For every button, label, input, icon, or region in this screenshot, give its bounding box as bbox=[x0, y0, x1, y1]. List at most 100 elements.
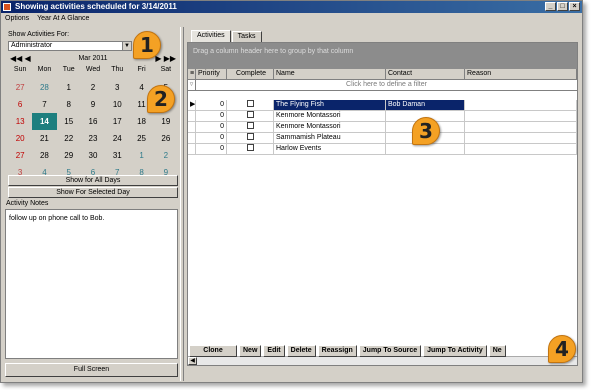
table-row[interactable]: 0 Harlow Events bbox=[188, 144, 577, 155]
cell-name: The Flying Fish bbox=[274, 100, 386, 110]
calendar-day[interactable]: 27 bbox=[8, 147, 32, 164]
calendar-day[interactable]: 1 bbox=[57, 79, 81, 96]
menu-options[interactable]: Options bbox=[5, 13, 29, 24]
cell-complete bbox=[227, 122, 274, 132]
menu-bar: Options Year At A Glance bbox=[1, 13, 582, 24]
cell-complete bbox=[227, 133, 274, 143]
jump-to-source-button[interactable]: Jump To Source bbox=[358, 345, 422, 357]
column-header-complete[interactable]: Complete bbox=[227, 69, 274, 79]
show-all-days-button[interactable]: Show for All Days bbox=[8, 175, 178, 186]
title-bar: Showing activities scheduled for 3/14/20… bbox=[1, 1, 582, 13]
filter-icon: ▿ bbox=[188, 80, 196, 90]
calendar-day[interactable]: 6 bbox=[8, 96, 32, 113]
jump-to-activity-button[interactable]: Jump To Activity bbox=[423, 345, 487, 357]
show-selected-day-button[interactable]: Show For Selected Day bbox=[8, 187, 178, 198]
tab-activities[interactable]: Activities bbox=[191, 30, 231, 42]
callout-number-3: 3 bbox=[419, 119, 433, 143]
calendar-day[interactable]: 14 bbox=[32, 113, 57, 130]
edit-button[interactable]: Edit bbox=[263, 345, 285, 357]
cell-reason bbox=[465, 133, 577, 143]
dropdown-arrow-icon[interactable]: ▼ bbox=[122, 42, 131, 50]
table-row[interactable]: 0 Kenmore Montassori bbox=[188, 111, 577, 122]
new-button[interactable]: New bbox=[239, 345, 262, 357]
column-header-reason[interactable]: Reason bbox=[465, 69, 577, 79]
minimize-button[interactable]: _ bbox=[545, 2, 556, 11]
calendar-day[interactable]: 25 bbox=[129, 130, 153, 147]
calendar-day[interactable]: 7 bbox=[32, 96, 56, 113]
grid-rows: ▶ 0 The Flying Fish Bob Daman 0 Kenmore Monta… bbox=[188, 100, 577, 155]
calendar-day[interactable]: 24 bbox=[105, 130, 129, 147]
calendar-day[interactable]: 2 bbox=[154, 147, 178, 164]
calendar-day[interactable]: 30 bbox=[81, 147, 105, 164]
activity-notes-field[interactable]: follow up on phone call to Bob. bbox=[5, 209, 178, 359]
calendar-day[interactable]: 23 bbox=[81, 130, 105, 147]
column-header-contact[interactable]: Contact bbox=[386, 69, 465, 79]
calendar-day[interactable]: 1 bbox=[129, 147, 153, 164]
complete-checkbox[interactable] bbox=[246, 111, 254, 119]
calendar-day[interactable]: 27 bbox=[8, 79, 32, 96]
filter-row[interactable]: ▿ Click here to define a filter bbox=[188, 80, 577, 91]
calendar-day[interactable]: 15 bbox=[57, 113, 81, 130]
calendar-day[interactable]: 31 bbox=[105, 147, 129, 164]
activity-notes-label: Activity Notes bbox=[6, 200, 49, 207]
calendar-day[interactable]: 29 bbox=[57, 147, 81, 164]
calendar-day[interactable]: 10 bbox=[105, 96, 129, 113]
close-button[interactable]: × bbox=[569, 2, 580, 11]
cell-priority: 0 bbox=[196, 144, 227, 154]
ne-button[interactable]: Ne bbox=[488, 345, 506, 357]
complete-checkbox[interactable] bbox=[246, 144, 254, 152]
calendar-day[interactable]: 17 bbox=[105, 113, 129, 130]
delete-button[interactable]: Delete bbox=[286, 345, 316, 357]
complete-checkbox[interactable] bbox=[246, 100, 254, 108]
complete-checkbox[interactable] bbox=[246, 133, 254, 141]
calendar-day[interactable]: 2 bbox=[81, 79, 105, 96]
cell-complete bbox=[227, 100, 274, 110]
calendar-day[interactable]: 18 bbox=[129, 113, 153, 130]
calendar-day[interactable]: 8 bbox=[57, 96, 81, 113]
table-row[interactable]: 0 Kenmore Montassori bbox=[188, 122, 577, 133]
group-by-area[interactable]: Drag a column header here to group by th… bbox=[188, 43, 577, 69]
weekday-label: Sat bbox=[160, 66, 172, 73]
column-header-priority[interactable]: Priority bbox=[196, 69, 227, 79]
cell-priority: 0 bbox=[196, 133, 227, 143]
weekday-label: Sun bbox=[13, 66, 27, 73]
complete-checkbox[interactable] bbox=[246, 122, 254, 130]
maximize-button[interactable]: □ bbox=[557, 2, 568, 11]
full-screen-button[interactable]: Full Screen bbox=[5, 363, 178, 377]
pane-splitter[interactable] bbox=[180, 27, 184, 381]
app-icon bbox=[3, 3, 11, 11]
table-row[interactable]: ▶ 0 The Flying Fish Bob Daman bbox=[188, 100, 577, 111]
weekday-label: Wed bbox=[85, 66, 101, 73]
cell-reason bbox=[465, 144, 577, 154]
menu-year-at-a-glance[interactable]: Year At A Glance bbox=[37, 13, 89, 24]
tab-tasks[interactable]: Tasks bbox=[231, 31, 262, 42]
cell-name: Harlow Events bbox=[274, 144, 386, 154]
user-select[interactable]: Administrator ▼ bbox=[8, 41, 132, 51]
callout-number-2: 2 bbox=[154, 87, 168, 111]
calendar-day[interactable]: 9 bbox=[81, 96, 105, 113]
row-indicator bbox=[188, 122, 196, 132]
table-row[interactable]: 0 Sammamish Plateau bbox=[188, 133, 577, 144]
window-title: Showing activities scheduled for 3/14/20… bbox=[15, 2, 177, 11]
cell-priority: 0 bbox=[196, 100, 227, 110]
calendar-day[interactable]: 28 bbox=[32, 79, 56, 96]
calendar-day[interactable]: 21 bbox=[32, 130, 56, 147]
calendar-day[interactable]: 16 bbox=[81, 113, 105, 130]
calendar-day[interactable]: 28 bbox=[32, 147, 56, 164]
cell-name: Kenmore Montassori bbox=[274, 122, 386, 132]
column-header-name[interactable]: Name bbox=[274, 69, 386, 79]
calendar-day[interactable]: 19 bbox=[154, 113, 178, 130]
calendar-day[interactable]: 20 bbox=[8, 130, 32, 147]
clone-button[interactable]: Clone bbox=[189, 345, 237, 357]
calendar-day[interactable]: 13 bbox=[8, 113, 32, 130]
user-select-value: Administrator bbox=[11, 42, 53, 49]
cell-reason bbox=[465, 100, 577, 110]
grid-header: ≡ Priority Complete Name Contact Reason bbox=[188, 69, 577, 80]
calendar-day[interactable]: 22 bbox=[57, 130, 81, 147]
weekday-label: Tue bbox=[62, 66, 75, 73]
calendar-day[interactable]: 26 bbox=[154, 130, 178, 147]
calendar-day[interactable]: 3 bbox=[105, 79, 129, 96]
row-indicator: ▶ bbox=[190, 100, 196, 110]
cell-name: Kenmore Montassori bbox=[274, 111, 386, 121]
reassign-button[interactable]: Reassign bbox=[317, 345, 357, 357]
